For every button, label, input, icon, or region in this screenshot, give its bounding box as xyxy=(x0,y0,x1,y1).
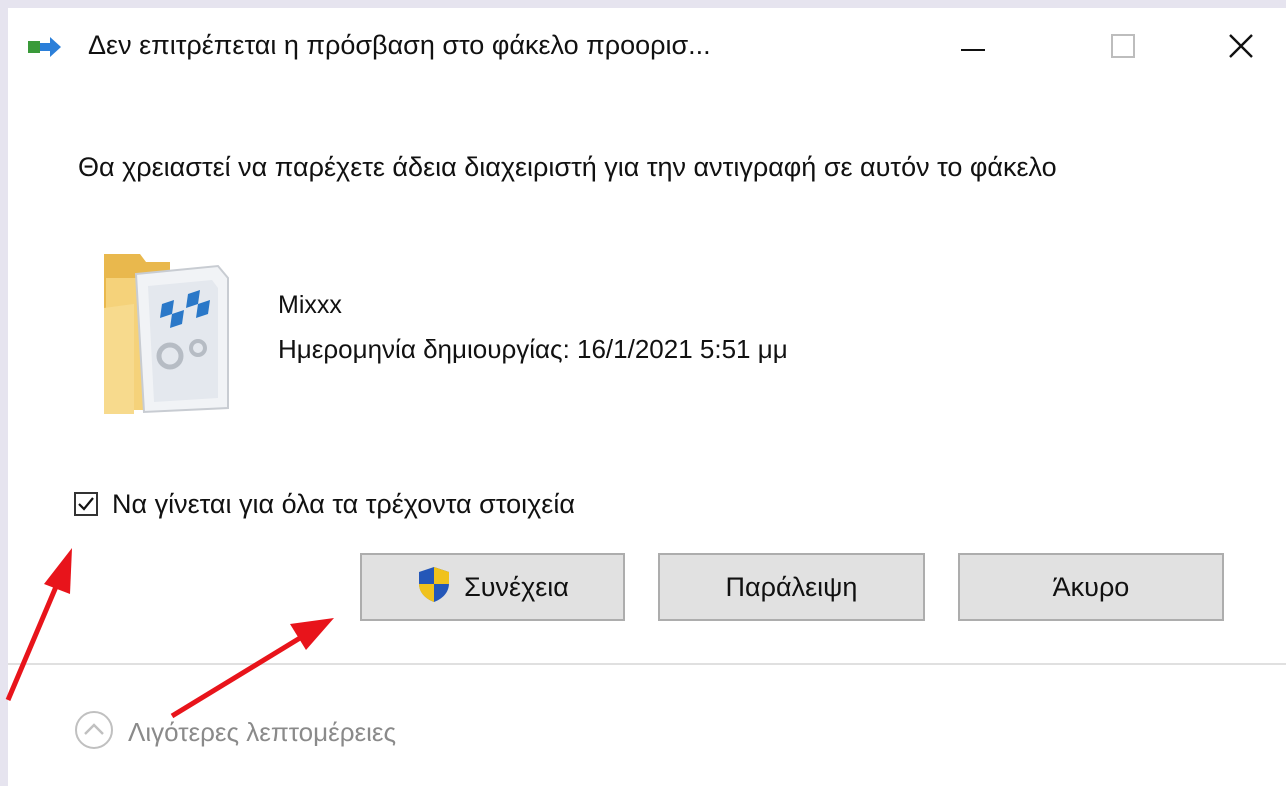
window-title: Δεν επιτρέπεται η πρόσβαση στο φάκελο πρ… xyxy=(88,30,711,60)
item-created-date: Ημερομηνία δημιουργίας: 16/1/2021 5:51 μ… xyxy=(278,334,788,364)
continue-button[interactable]: Συνέχεια xyxy=(360,553,625,621)
dialog-window: Δεν επιτρέπεται η πρόσβαση στο φάκελο πρ… xyxy=(8,8,1286,786)
apply-to-all-checkbox[interactable] xyxy=(74,492,98,516)
maximize-icon xyxy=(1111,33,1135,63)
close-icon xyxy=(1228,33,1254,64)
title-bar[interactable]: Δεν επιτρέπεται η πρόσβαση στο φάκελο πρ… xyxy=(8,8,1286,88)
fewer-details-toggle[interactable]: Λιγότερες λεπτομέρειες xyxy=(74,710,396,755)
apply-to-all-checkbox-row[interactable]: Να γίνεται για όλα τα τρέχοντα στοιχεία xyxy=(74,482,575,526)
permission-message: Θα χρειαστεί να παρέχετε άδεια διαχειρισ… xyxy=(78,152,1057,182)
file-move-icon xyxy=(28,34,62,60)
continue-label: Συνέχεια xyxy=(464,571,569,602)
checkmark-icon xyxy=(78,497,94,511)
uac-shield-icon xyxy=(416,565,452,610)
minimize-icon xyxy=(961,39,985,57)
folder-settings-icon xyxy=(100,248,260,418)
item-name: Mixxx xyxy=(278,291,342,319)
fewer-details-label: Λιγότερες λεπτομέρειες xyxy=(128,717,396,747)
maximize-button[interactable] xyxy=(1088,20,1158,76)
divider xyxy=(8,663,1286,665)
close-button[interactable] xyxy=(1206,20,1276,76)
skip-button[interactable]: Παράλειψη xyxy=(658,553,925,621)
cancel-button[interactable]: Άκυρο xyxy=(958,553,1224,621)
apply-to-all-label[interactable]: Να γίνεται για όλα τα τρέχοντα στοιχεία xyxy=(112,489,575,520)
minimize-button[interactable] xyxy=(938,20,1008,76)
chevron-up-icon xyxy=(74,710,114,755)
